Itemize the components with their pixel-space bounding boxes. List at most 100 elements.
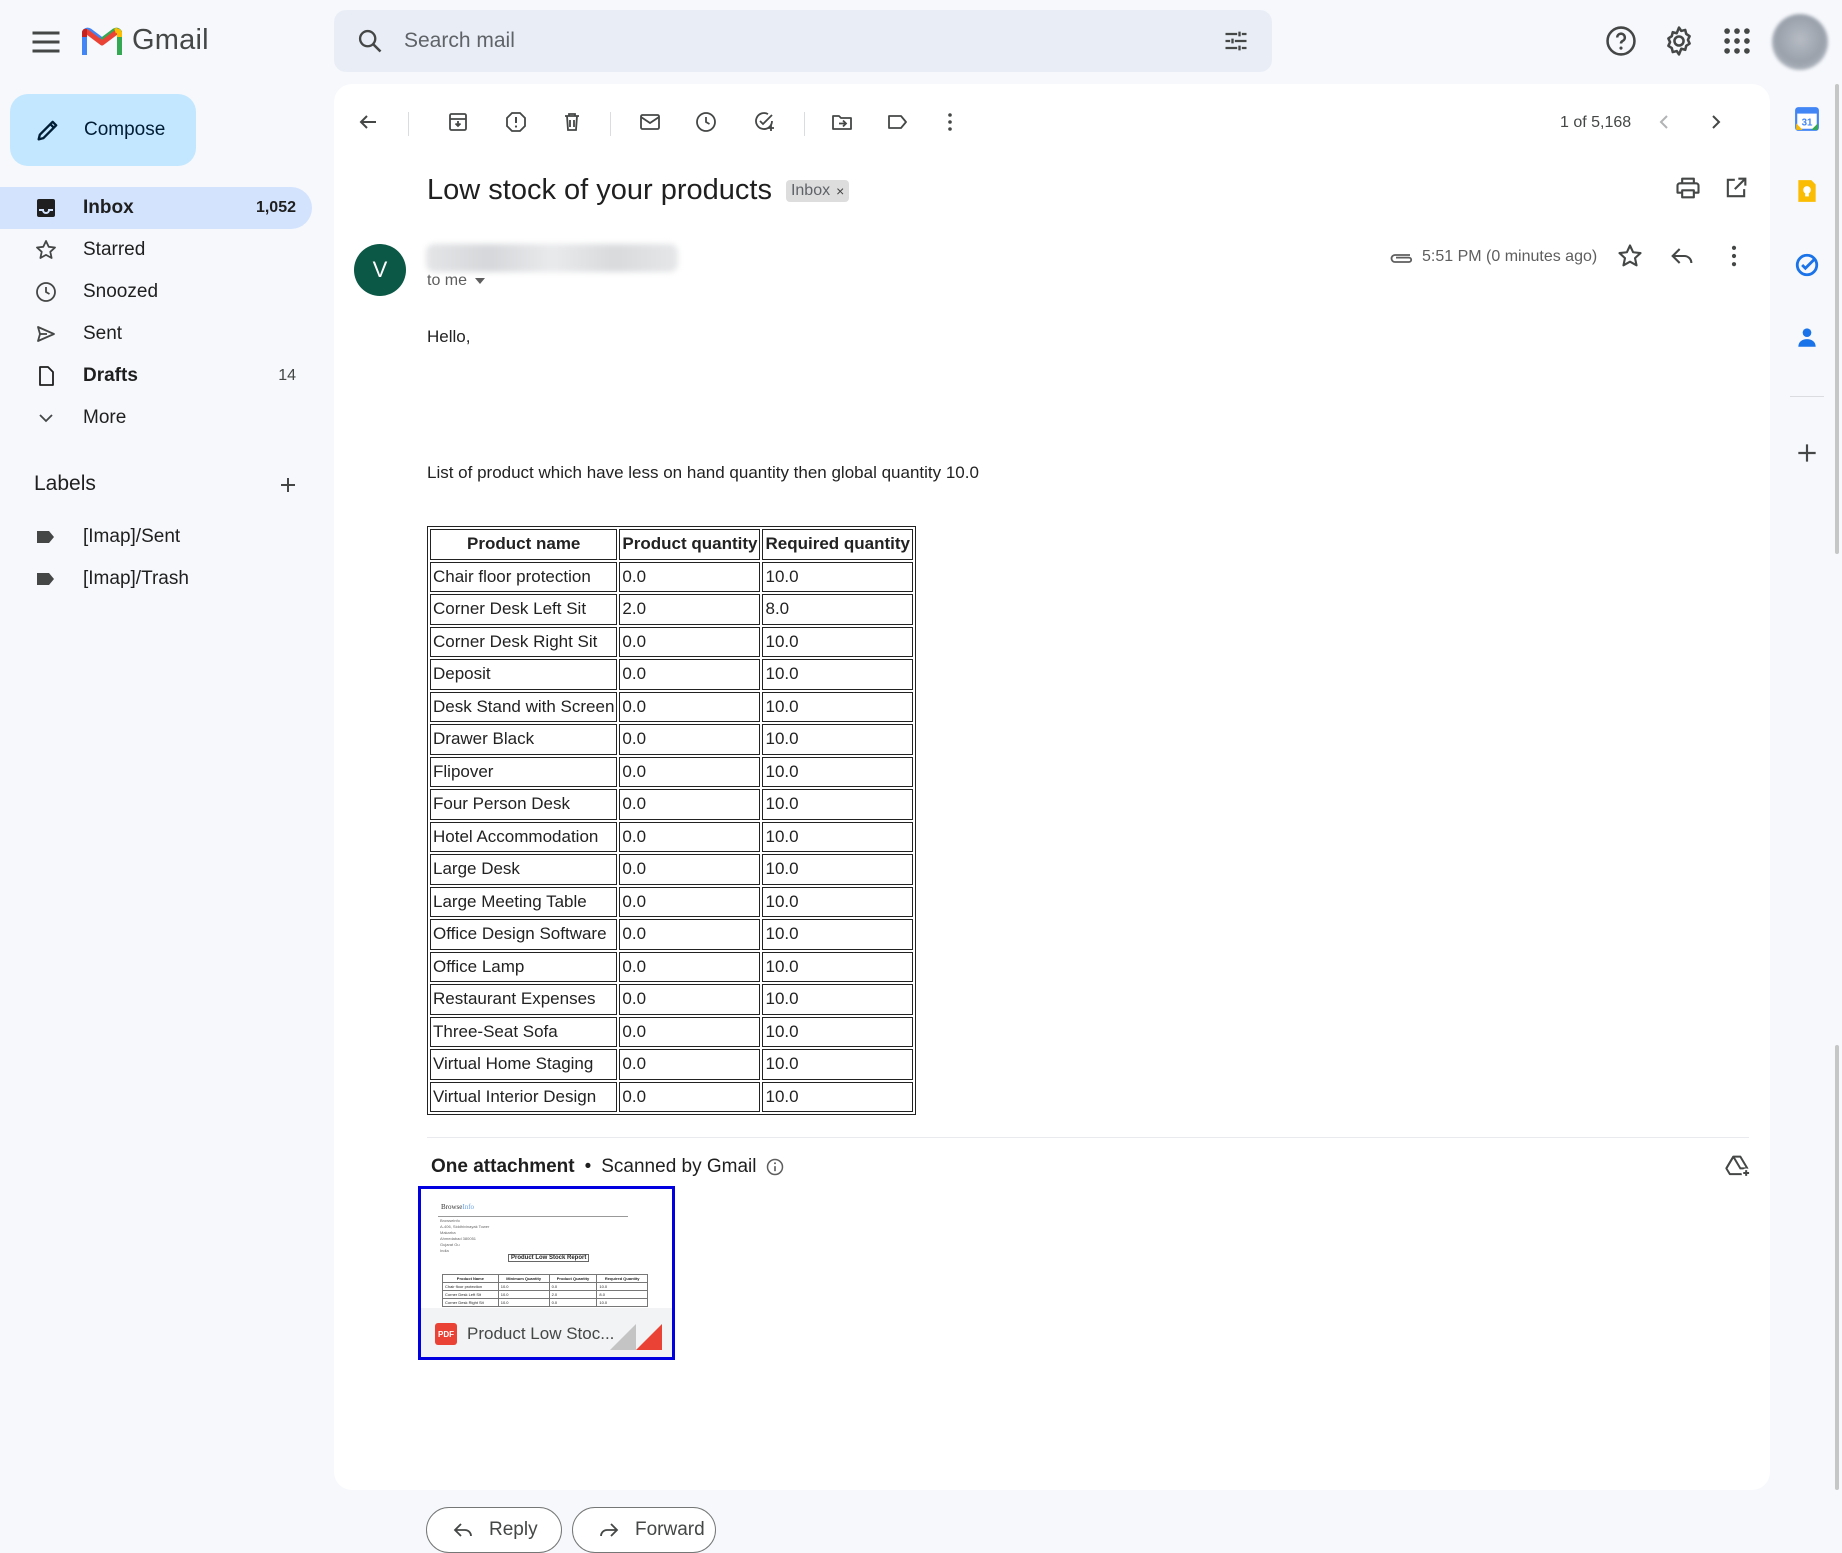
main-menu-icon[interactable] [28,24,64,60]
search-options-icon[interactable] [1222,27,1250,55]
table-row: Four Person Desk 0.0 10.0 [430,789,913,820]
gmail-logo[interactable]: Gmail [82,24,209,57]
pagination-text: 1 of 5,168 [1560,114,1632,131]
reply-icon[interactable] [1668,242,1696,270]
thumbnail-cell: Chair floor protection [442,1282,499,1291]
to-me-label: to me [427,272,468,289]
table-row: Large Desk 0.0 10.0 [430,854,913,885]
svg-text:31: 31 [1802,118,1813,129]
product-name-cell: Drawer Black [430,724,618,755]
delete-trash-icon[interactable] [554,104,590,140]
sidebar-item-starred[interactable]: Starred [0,229,312,271]
add-addon-plus-icon[interactable] [1790,436,1824,470]
add-label-icon[interactable] [276,473,300,497]
report-spam-icon[interactable] [498,104,534,140]
product-quantity-cell: 2.0 [619,594,761,625]
move-to-folder-icon[interactable] [824,104,860,140]
sidebar-item-more[interactable]: More [0,397,312,439]
add-to-tasks-icon[interactable] [746,104,782,140]
calendar-icon[interactable]: 31 [1790,102,1824,136]
print-icon[interactable] [1674,174,1702,202]
reply-button[interactable]: Reply [426,1507,562,1553]
apps-grid-icon[interactable] [1720,24,1754,58]
sidebar-label-imap-sent[interactable]: [Imap]/Sent [0,516,312,558]
product-quantity-cell: 0.0 [619,821,761,852]
scanned-label: Scanned by Gmail [601,1156,757,1177]
thumbnail-cell: 10.0 [596,1282,648,1291]
attachment-footer[interactable]: PDF Product Low Stoc... [421,1308,672,1357]
product-name-cell: Corner Desk Left Sit [430,594,618,625]
newer-chevron-left-icon[interactable] [1646,104,1682,140]
table-header-row: Product name Product quantity Required q… [430,529,913,560]
sidebar-item-label: Starred [83,239,146,260]
required-quantity-cell: 10.0 [762,789,913,820]
email-subject: Low stock of your products Inbox × [427,174,850,207]
required-quantity-cell: 10.0 [762,1049,913,1080]
star-icon[interactable] [1616,242,1644,270]
snooze-clock-icon[interactable] [688,104,724,140]
page-scrollbar[interactable] [1835,1045,1839,1490]
tasks-icon[interactable] [1790,248,1824,282]
message-more-vert-icon[interactable] [1720,242,1748,270]
thumbnail-column-header: Product Name [442,1274,499,1283]
clock-icon [34,280,58,304]
search-bar[interactable] [334,10,1272,72]
sidebar-item-sent[interactable]: Sent [0,313,312,355]
table-row: Desk Stand with Screen 0.0 10.0 [430,691,913,722]
chip-label: Inbox [790,181,831,199]
table-row: Office Lamp 0.0 10.0 [430,951,913,982]
sidebar-item-drafts[interactable]: Drafts 14 [0,355,312,397]
keep-notes-icon[interactable] [1790,174,1824,208]
forward-button[interactable]: Forward [572,1507,716,1553]
open-new-window-icon[interactable] [1722,174,1750,202]
info-icon[interactable] [765,1157,785,1177]
recipient-details[interactable]: to me [427,272,486,290]
search-icon[interactable] [356,27,384,55]
sidebar-item-label: More [83,407,127,428]
caret-down-icon[interactable] [475,278,486,284]
email-greeting: Hello, [427,327,471,346]
sidebar-item-label: Drafts [83,365,138,386]
thumbnail-address-line: Ahmedabad 380051 [440,1236,477,1241]
thumbnail-cell: 8.0 [596,1290,648,1299]
compose-label: Compose [84,119,166,140]
attachment-card-pdf[interactable]: BrowseInfo Browseinfo A-406, Siddhivinay… [418,1186,675,1360]
attachments-divider [427,1137,1749,1138]
attachments-count-label: One attachment [431,1156,575,1177]
account-avatar[interactable] [1772,14,1828,70]
table-row: Hotel Accommodation 0.0 10.0 [430,821,913,852]
older-chevron-right-icon[interactable] [1698,104,1734,140]
toolbar-divider [610,112,611,136]
mark-unread-icon[interactable] [632,104,668,140]
page-curl-icon [610,1324,636,1350]
compose-button[interactable]: Compose [10,94,196,166]
add-to-drive-icon[interactable] [1724,1152,1752,1180]
side-scrollbar[interactable] [1835,84,1839,554]
product-quantity-cell: 0.0 [619,951,761,982]
sender-name-redacted[interactable] [426,244,678,272]
sidebar-label-imap-trash[interactable]: [Imap]/Trash [0,558,312,600]
more-vert-icon[interactable] [932,104,968,140]
table-row: Three-Seat Sofa 0.0 10.0 [430,1016,913,1047]
send-icon [34,322,58,346]
settings-gear-icon[interactable] [1662,24,1696,58]
sidebar-item-inbox[interactable]: Inbox 1,052 [0,187,312,229]
contacts-icon[interactable] [1790,320,1824,354]
search-input[interactable] [404,10,1164,72]
column-header: Product name [430,529,618,560]
help-icon[interactable] [1604,24,1638,58]
thumbnail-column-header: Product Quantity [548,1274,598,1283]
separator-dot: • [584,1156,592,1177]
thumbnail-table: Product Name Minimum Quantity Product Qu… [442,1274,648,1307]
label-tag-icon[interactable] [880,104,916,140]
required-quantity-cell: 10.0 [762,984,913,1015]
chevron-down-icon [34,406,58,430]
sender-avatar[interactable]: V [354,244,406,296]
thumbnail-cell: 0.0 [548,1282,598,1291]
back-arrow-icon[interactable] [350,104,386,140]
archive-icon[interactable] [440,104,476,140]
thumbnail-address-line: Gujarat Gu [440,1242,460,1247]
product-name-cell: Three-Seat Sofa [430,1016,618,1047]
sidebar-item-snoozed[interactable]: Snoozed [0,271,312,313]
remove-label-icon[interactable]: × [836,183,844,199]
